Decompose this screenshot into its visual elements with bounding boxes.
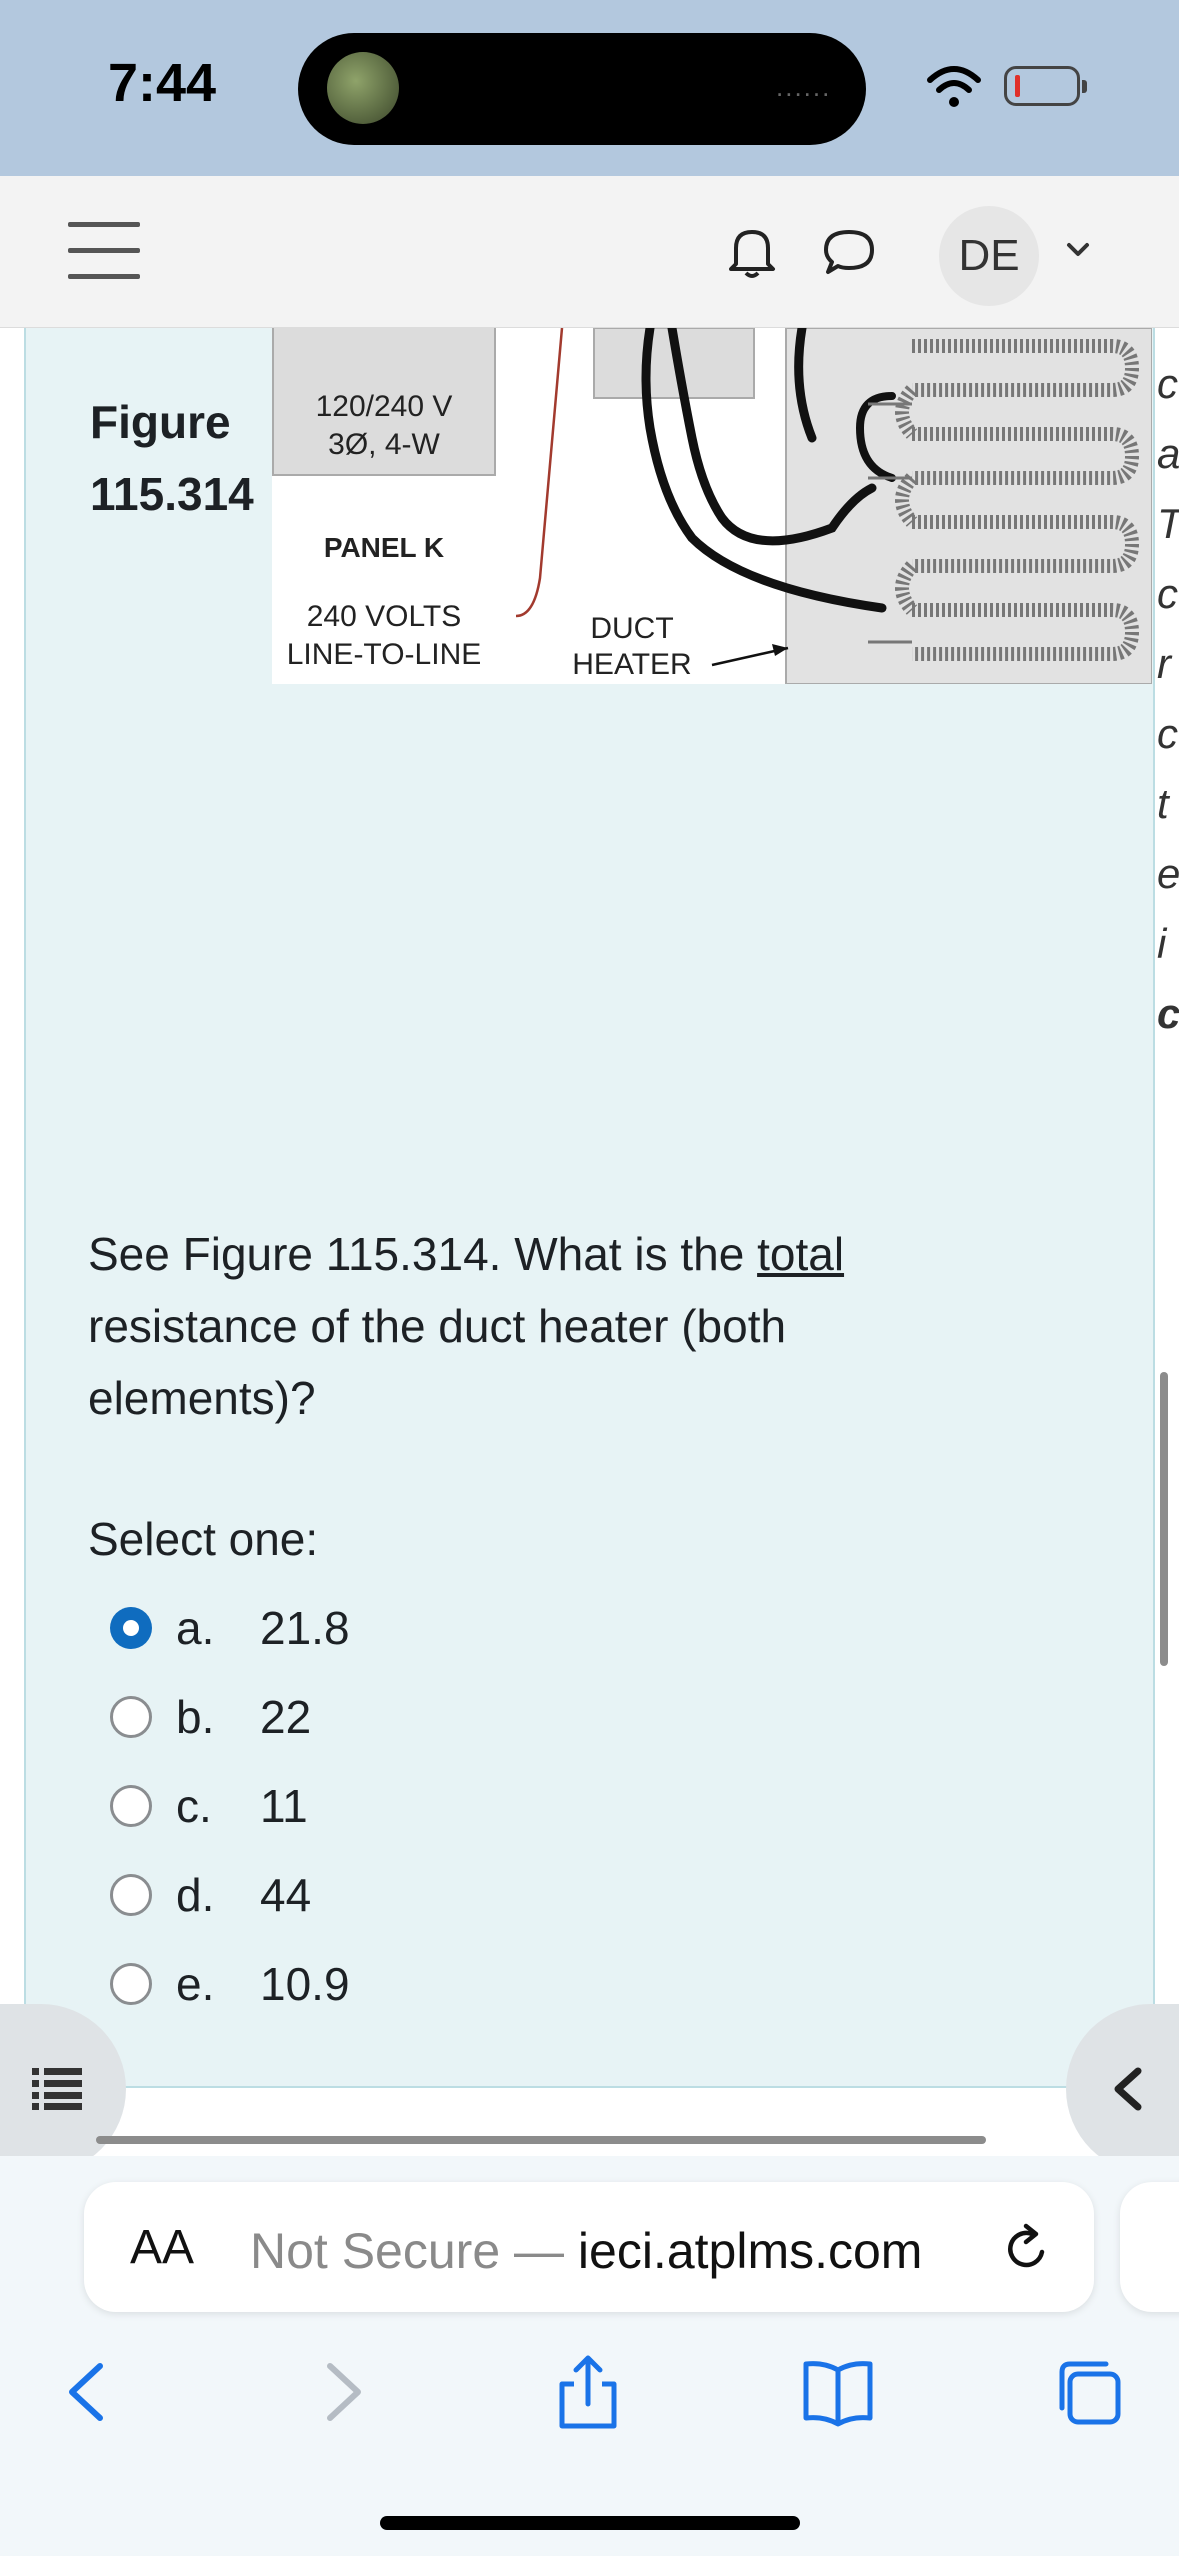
radio-button[interactable]: [110, 1785, 152, 1827]
answer-option-b[interactable]: b. 22: [110, 1687, 311, 1747]
figure-diagram: 120/240 V 3Ø, 4-W PANEL K 240 VOLTS LINE…: [272, 328, 1152, 684]
question-text-prefix: See Figure 115.314. What is the: [88, 1228, 758, 1280]
island-indicator: ......: [776, 72, 832, 102]
book-icon[interactable]: [798, 2352, 878, 2432]
back-arrow-icon[interactable]: [48, 2352, 128, 2432]
figure-caption-line2: 115.314: [90, 468, 254, 520]
answer-option-a[interactable]: a. 21.8: [110, 1598, 350, 1658]
option-letter: e.: [176, 1958, 215, 2010]
option-value: 22: [260, 1691, 312, 1743]
radio-button[interactable]: [110, 1963, 152, 2005]
wifi-icon: [927, 66, 981, 107]
option-letter: c.: [176, 1780, 212, 1832]
reload-icon[interactable]: [1000, 2222, 1054, 2276]
battery-level: [1015, 75, 1020, 97]
answer-option-e[interactable]: e. 10.9: [110, 1954, 350, 2014]
forward-arrow-icon[interactable]: [302, 2352, 382, 2432]
option-value: 11: [260, 1780, 308, 1832]
chevron-down-icon[interactable]: [1064, 236, 1092, 264]
text-size-button[interactable]: AA: [130, 2220, 194, 2275]
bell-icon[interactable]: [726, 224, 778, 280]
radio-button[interactable]: [110, 1696, 152, 1738]
question-text-emphasis: total: [757, 1228, 845, 1280]
option-letter: d.: [176, 1869, 215, 1921]
battery-icon: [1004, 66, 1087, 106]
wiring-drawing: [515, 328, 1152, 684]
option-value: 44: [260, 1869, 312, 1921]
radio-button-selected[interactable]: [110, 1607, 152, 1649]
now-playing-thumbnail: [327, 52, 399, 124]
option-value: 21.8: [260, 1602, 350, 1654]
home-indicator: [380, 2516, 800, 2530]
answer-option-c[interactable]: c. 11: [110, 1776, 308, 1836]
select-prompt: Select one:: [88, 1513, 319, 1565]
chevron-left-icon: [1114, 2067, 1142, 2111]
share-icon[interactable]: [548, 2352, 628, 2432]
answer-option-d[interactable]: d. 44: [110, 1865, 311, 1925]
question-text: See Figure 115.314. What is the total re…: [88, 1218, 988, 1434]
next-tab-address-bar[interactable]: [1120, 2182, 1179, 2312]
horizontal-scrollbar[interactable]: [96, 2136, 986, 2144]
figure-caption: Figure 115.314: [90, 386, 254, 530]
adjacent-panel-text: c a T c r c t e i c: [1157, 360, 1179, 1037]
url-display[interactable]: Not Secure — ieci.atplms.com: [250, 2222, 922, 2280]
radio-button[interactable]: [110, 1874, 152, 1916]
vertical-scrollbar[interactable]: [1160, 1372, 1168, 1666]
option-letter: b.: [176, 1691, 215, 1743]
status-time: 7:44: [108, 53, 217, 113]
security-status: Not Secure —: [250, 2223, 578, 2279]
chat-bubble-icon[interactable]: [822, 224, 876, 278]
question-text-suffix: resistance of the duct heater (both elem…: [88, 1300, 787, 1424]
option-letter: a.: [176, 1602, 215, 1654]
user-avatar[interactable]: DE: [939, 206, 1039, 306]
list-icon: [32, 2068, 82, 2110]
option-value: 10.9: [260, 1958, 350, 2010]
hamburger-icon[interactable]: [68, 222, 140, 280]
domain-name: ieci.atplms.com: [577, 2223, 923, 2279]
tabs-icon[interactable]: [1050, 2352, 1130, 2432]
figure-caption-line1: Figure: [90, 396, 231, 448]
